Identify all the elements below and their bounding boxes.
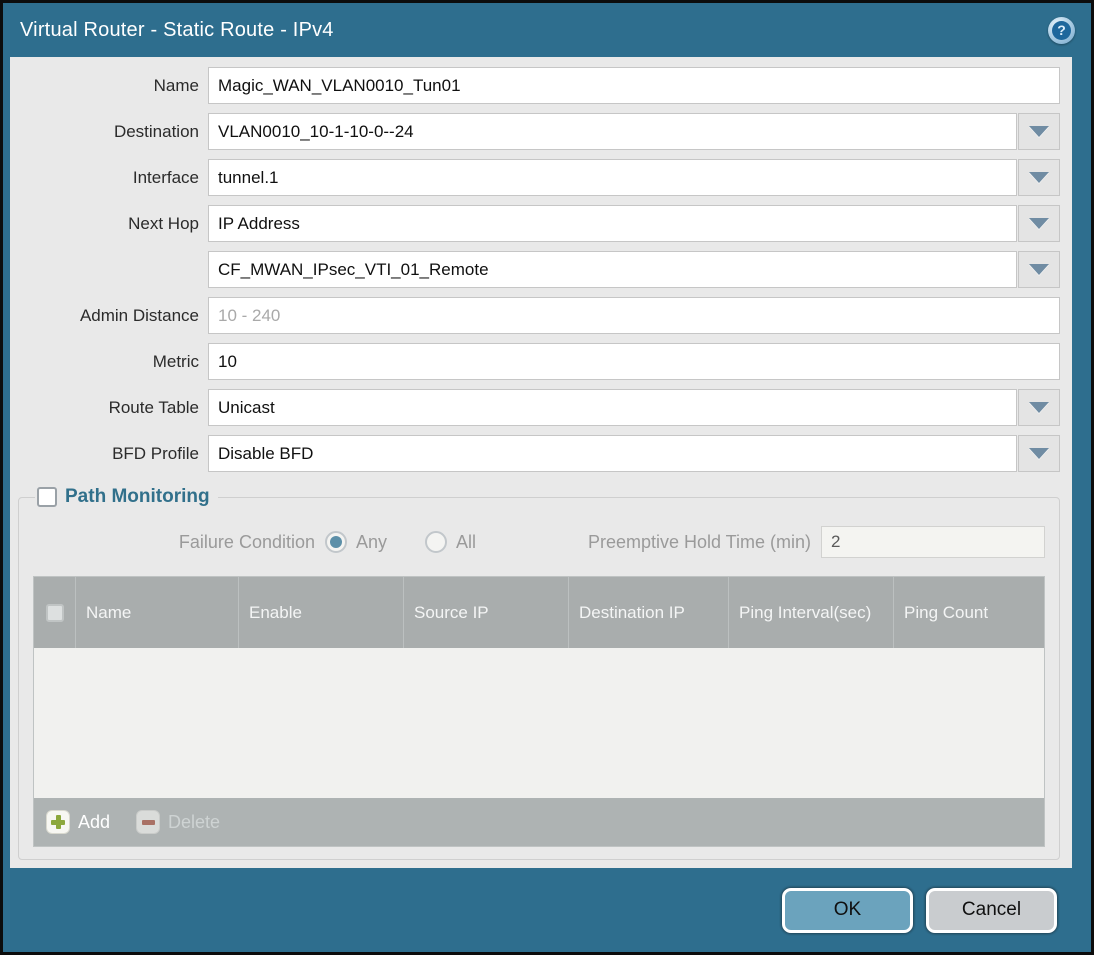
delete-button-label: Delete (168, 811, 221, 832)
chevron-down-icon (1029, 402, 1049, 413)
chevron-down-icon (1029, 264, 1049, 275)
radio-option-all: All (425, 531, 476, 553)
preemptive-hold-time-input (821, 526, 1045, 558)
bfd-profile-input[interactable] (208, 435, 1017, 472)
delete-button: Delete (136, 810, 220, 834)
destination-label: Destination (113, 121, 199, 141)
name-input[interactable] (208, 67, 1060, 104)
form-row-metric: Metric (10, 343, 1060, 380)
dialog-title: Virtual Router - Static Route - IPv4 (20, 18, 334, 41)
table-header-row: Name Enable Source IP Destination IP Pin… (34, 577, 1044, 648)
form-row-name: Name (10, 67, 1060, 104)
path-monitoring-title: Path Monitoring (65, 486, 210, 507)
table-body-empty (34, 648, 1044, 798)
column-header-destination-ip: Destination IP (569, 577, 729, 648)
column-header-source-ip: Source IP (404, 577, 569, 648)
route-table-dropdown-button[interactable] (1018, 389, 1060, 426)
table-header-checkbox-cell (34, 577, 76, 648)
route-table-input[interactable] (208, 389, 1017, 426)
column-header-ping-interval: Ping Interval(sec) (729, 577, 894, 648)
next-hop-label: Next Hop (128, 213, 199, 233)
cancel-button[interactable]: Cancel (926, 887, 1057, 933)
interface-label: Interface (132, 167, 199, 187)
form-row-next-hop: Next Hop (10, 205, 1060, 242)
path-monitoring-legend: Path Monitoring (35, 486, 218, 508)
form-row-next-hop-address (10, 251, 1060, 288)
bfd-profile-dropdown-button[interactable] (1018, 435, 1060, 472)
dialog-virtual-router-static-route: Virtual Router - Static Route - IPv4 ? N… (0, 0, 1094, 955)
form-row-bfd-profile: BFD Profile (10, 435, 1060, 472)
chevron-down-icon (1029, 218, 1049, 229)
column-header-enable: Enable (239, 577, 404, 648)
preemptive-hold-time-label: Preemptive Hold Time (min) (587, 531, 811, 552)
radio-all (425, 531, 448, 553)
form-row-destination: Destination (10, 113, 1060, 150)
chevron-down-icon (1029, 126, 1049, 137)
metric-input[interactable] (208, 343, 1060, 380)
next-hop-type-input[interactable] (208, 205, 1017, 242)
column-header-name: Name (76, 577, 239, 648)
preemptive-hold-time-group: Preemptive Hold Time (min) (588, 526, 1045, 558)
radio-option-any: Any (325, 531, 387, 553)
form-row-admin-distance: Admin Distance (10, 297, 1060, 334)
failure-condition-label: Failure Condition (178, 531, 315, 552)
column-header-ping-count: Ping Count (904, 602, 989, 622)
metric-label: Metric (152, 351, 199, 371)
admin-distance-label: Admin Distance (79, 305, 199, 325)
chevron-down-icon (1029, 172, 1049, 183)
admin-distance-input[interactable] (208, 297, 1060, 334)
radio-any (325, 531, 347, 553)
next-hop-address-input[interactable] (208, 251, 1017, 288)
path-monitoring-checkbox[interactable] (37, 487, 57, 507)
select-all-checkbox (45, 603, 64, 622)
failure-condition-radio-group: Any All (325, 531, 476, 553)
add-button[interactable]: Add (46, 810, 110, 834)
chevron-down-icon (1029, 448, 1049, 459)
next-hop-address-dropdown-button[interactable] (1018, 251, 1060, 288)
path-monitoring-section: Path Monitoring Failure Condition Any Al… (18, 486, 1060, 860)
name-label: Name (153, 75, 199, 95)
dialog-content: Name Destination Interface (10, 57, 1072, 868)
path-monitoring-table: Name Enable Source IP Destination IP Pin… (33, 576, 1045, 847)
next-hop-type-dropdown-button[interactable] (1018, 205, 1060, 242)
form-row-route-table: Route Table (10, 389, 1060, 426)
form-row-interface: Interface (10, 159, 1060, 196)
add-button-label: Add (78, 811, 111, 832)
interface-input[interactable] (208, 159, 1017, 196)
dialog-titlebar: Virtual Router - Static Route - IPv4 ? (3, 3, 1091, 57)
plus-icon (46, 810, 70, 834)
failure-condition-row: Failure Condition Any All Preemptive Hol… (33, 526, 1045, 558)
ok-button[interactable]: OK (782, 887, 913, 933)
dialog-footer: OK Cancel (3, 868, 1091, 952)
help-icon[interactable]: ? (1048, 16, 1075, 44)
radio-all-label: All (456, 531, 477, 552)
table-toolbar: Add Delete (34, 798, 1044, 846)
destination-input[interactable] (208, 113, 1017, 150)
radio-any-label: Any (356, 531, 388, 552)
route-table-label: Route Table (108, 397, 199, 417)
interface-dropdown-button[interactable] (1018, 159, 1060, 196)
question-mark-icon: ? (1052, 20, 1071, 40)
bfd-profile-label: BFD Profile (112, 443, 199, 463)
destination-dropdown-button[interactable] (1018, 113, 1060, 150)
minus-icon (136, 810, 161, 834)
